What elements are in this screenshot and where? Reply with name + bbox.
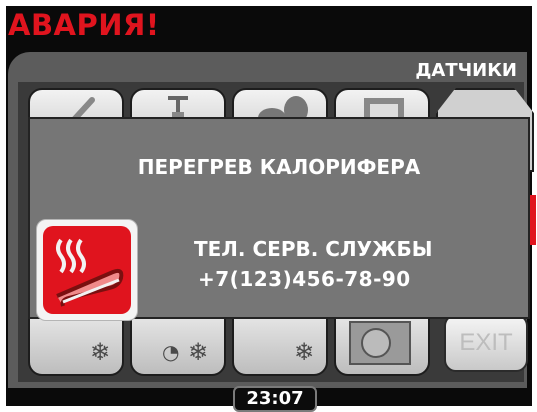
alarm-title: АВАРИЯ! xyxy=(8,8,160,42)
section-title: ДАТЧИКИ xyxy=(415,60,517,81)
exit-button[interactable]: EXIT xyxy=(444,314,528,372)
outdoor-unit-icon xyxy=(349,321,411,365)
alarm-message: ПЕРЕГРЕВ КАЛОРИФЕРА xyxy=(137,155,421,179)
snowflake-icon: ❄ xyxy=(90,338,111,366)
snowflake-icon: ❄ xyxy=(294,338,315,366)
snowflake-icon: ❄ xyxy=(188,338,209,366)
clock: 23:07 xyxy=(233,386,317,412)
service-phone: +7(123)456-78-90 xyxy=(198,267,411,291)
alarm-dialog: ПЕРЕГРЕВ КАЛОРИФЕРА ТЕЛ. СЕРВ. СЛУЖБЫ +7… xyxy=(28,117,530,321)
gauge-icon: ◔ xyxy=(162,340,180,364)
service-label: ТЕЛ. СЕРВ. СЛУЖБЫ xyxy=(194,237,433,261)
heater-overheat-icon xyxy=(36,219,138,321)
